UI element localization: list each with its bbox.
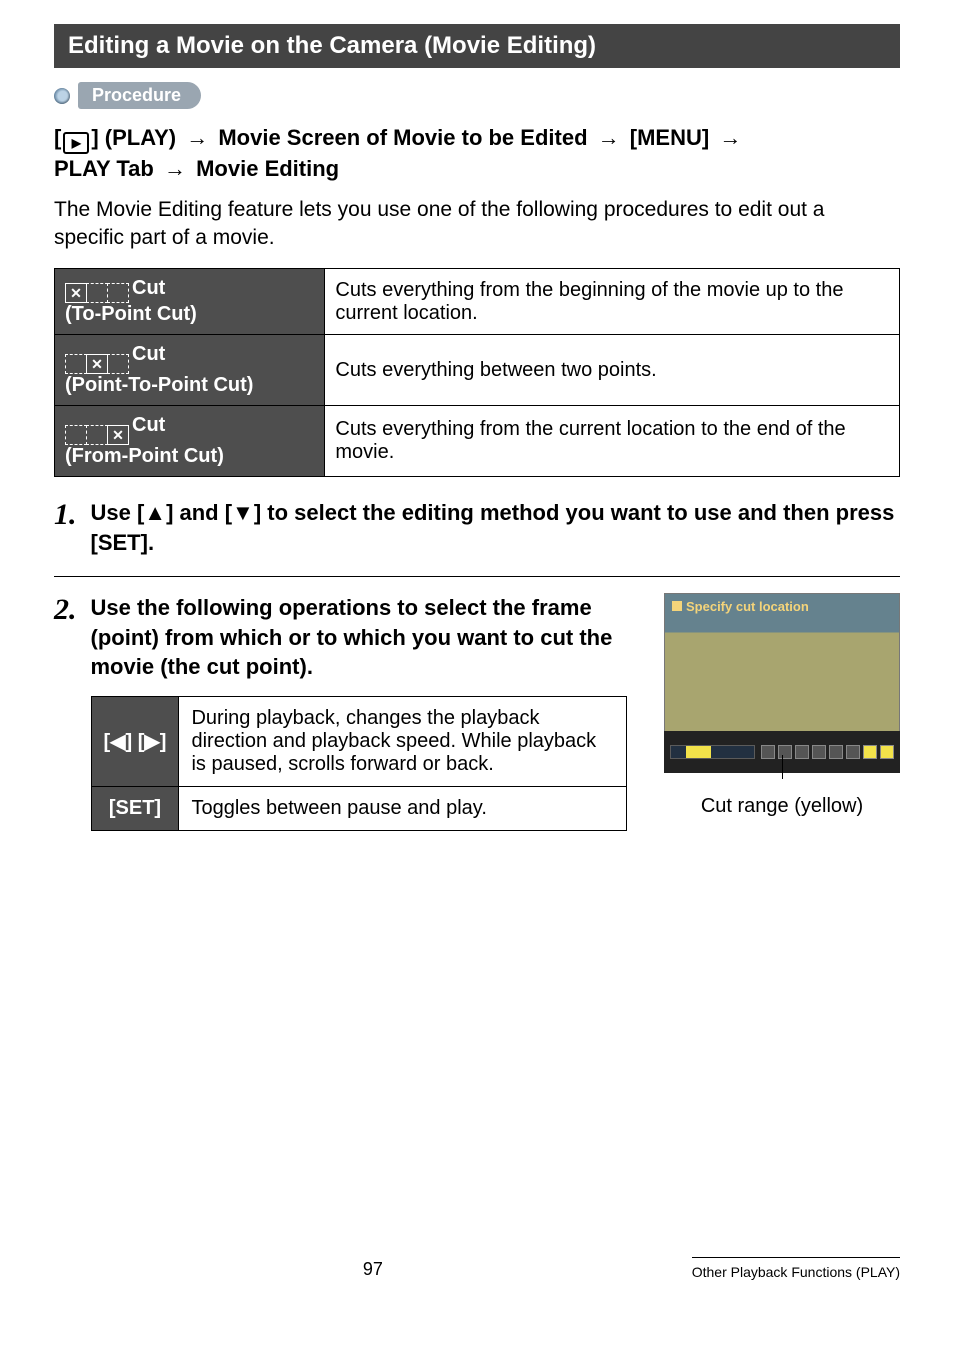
- table-row: [◀] [▶] During playback, changes the pla…: [91, 696, 626, 786]
- to-point-cut-icon: [65, 283, 128, 303]
- thumbnail-title: Specify cut location: [672, 599, 809, 614]
- page-footer: 97 Other Playback Functions (PLAY): [54, 1217, 900, 1280]
- thumbnail-caption: Cut range (yellow): [701, 795, 863, 818]
- play-icon: ▶: [63, 132, 89, 154]
- operations-table: [◀] [▶] During playback, changes the pla…: [91, 696, 627, 831]
- step-number: 1.: [54, 498, 77, 557]
- step-text: Use [▲] and [▼] to select the editing me…: [91, 498, 901, 557]
- section-title: Editing a Movie on the Camera (Movie Edi…: [54, 24, 900, 68]
- intro-paragraph: The Movie Editing feature lets you use o…: [54, 196, 900, 253]
- procedure-heading: Procedure: [54, 82, 900, 109]
- table-row: Cut (To-Point Cut) Cuts everything from …: [55, 269, 900, 335]
- table-row: Cut (Point-To-Point Cut) Cuts everything…: [55, 335, 900, 406]
- page-number: 97: [54, 1259, 692, 1280]
- bullet-icon: [54, 88, 70, 104]
- step-2: 2. Use the following operations to selec…: [54, 576, 900, 831]
- table-row: [SET] Toggles between pause and play.: [91, 786, 626, 830]
- point-to-point-cut-icon: [65, 354, 128, 374]
- step-number: 2.: [54, 593, 77, 831]
- procedure-path: [▶] (PLAY) → Movie Screen of Movie to be…: [54, 123, 900, 184]
- step-1: 1. Use [▲] and [▼] to select the editing…: [54, 497, 900, 557]
- cut-options-table: Cut (To-Point Cut) Cuts everything from …: [54, 268, 900, 477]
- pointer-line: [782, 755, 783, 779]
- from-point-cut-icon: [65, 425, 128, 445]
- table-row: Cut (From-Point Cut) Cuts everything fro…: [55, 406, 900, 477]
- screenshot-thumbnail: Specify cut location: [664, 593, 900, 773]
- square-icon: [672, 601, 682, 611]
- procedure-pill: Procedure: [78, 82, 201, 109]
- step-text: Use the following operations to select t…: [91, 593, 643, 682]
- footer-section: Other Playback Functions (PLAY): [692, 1257, 900, 1280]
